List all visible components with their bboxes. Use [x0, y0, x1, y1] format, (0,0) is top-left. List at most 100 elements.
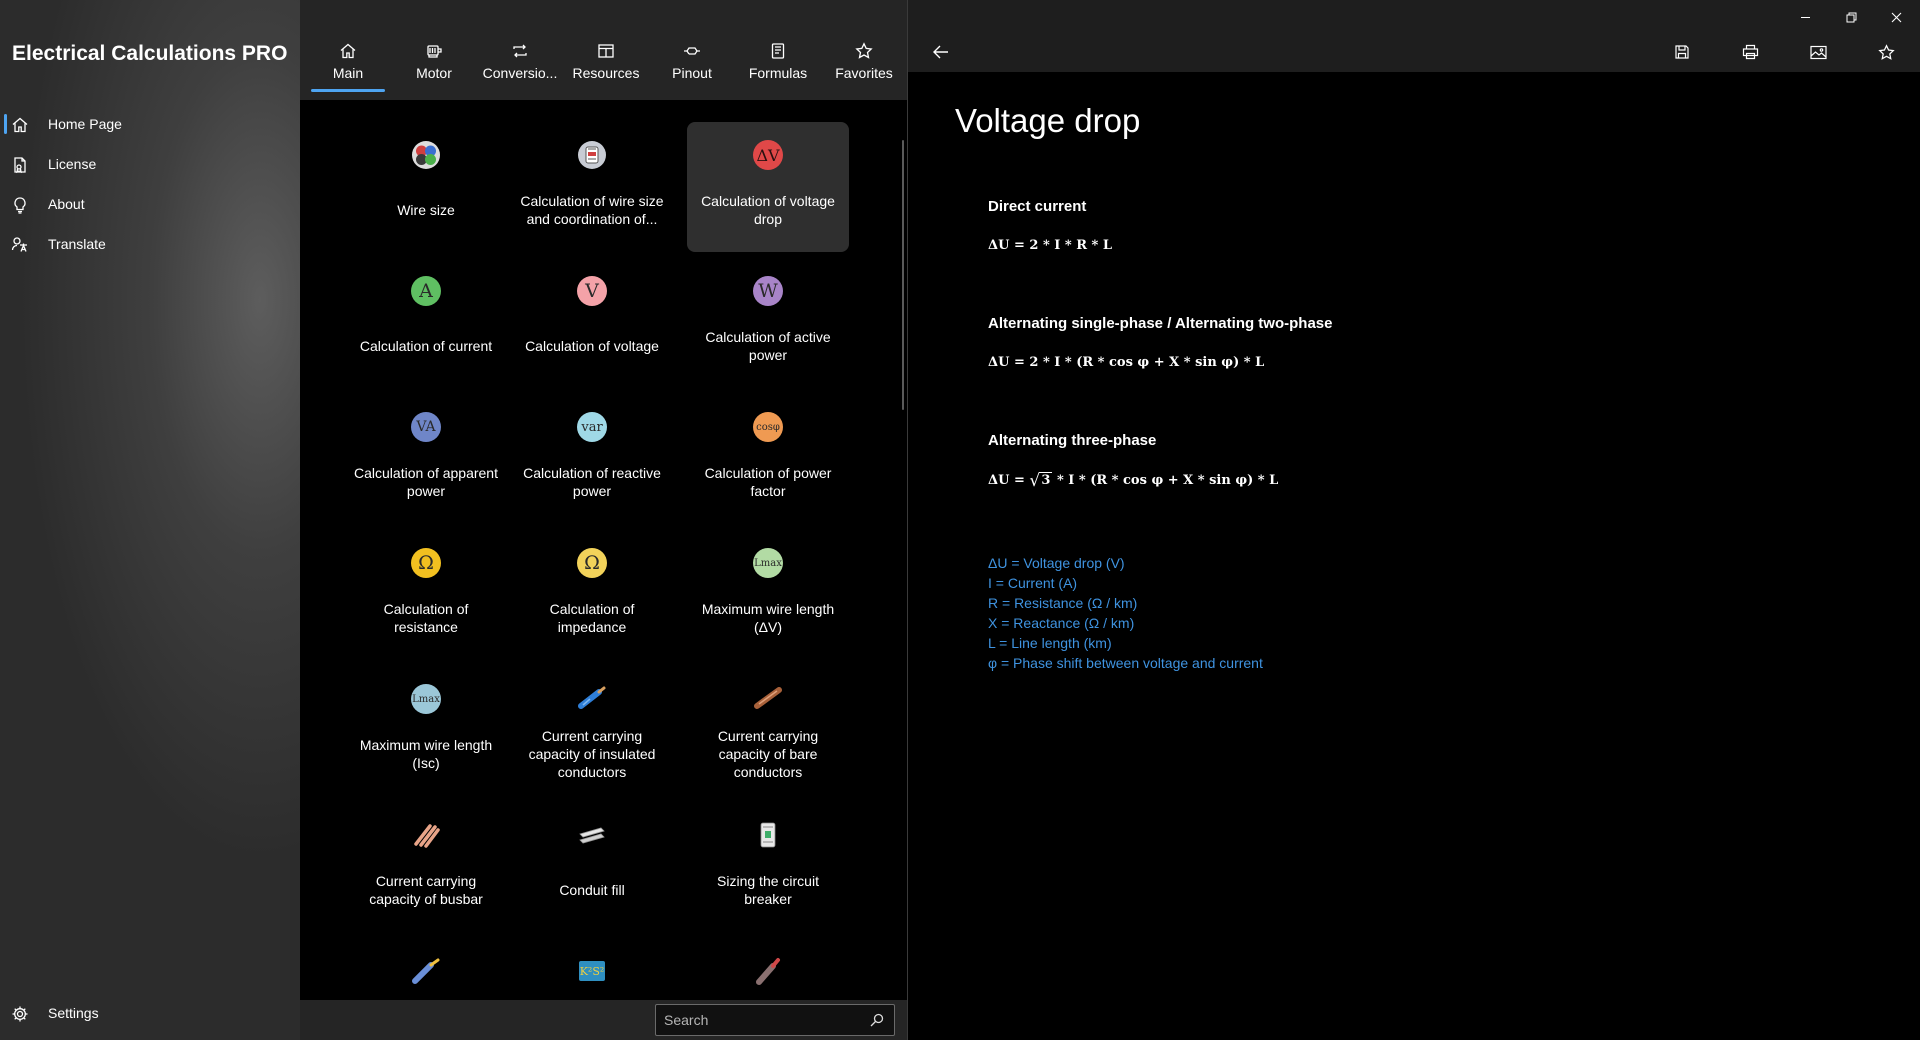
tile-label: Calculation of active power [705, 329, 831, 363]
star-icon [855, 42, 873, 59]
tile-label: Calculation of voltage drop [701, 193, 835, 227]
back-button[interactable] [926, 37, 956, 67]
pinout-icon [684, 47, 700, 55]
voltage-drop-icon: ΔV [753, 140, 783, 170]
lightbulb-icon [14, 197, 26, 214]
tab-label: Favorites [835, 65, 893, 81]
tile-wire-size[interactable]: Wire size [345, 122, 507, 252]
tile-label: Conduit fill [559, 882, 625, 898]
nav-label: License [48, 156, 97, 172]
detail-pane [908, 0, 1920, 1040]
nav-item-license[interactable]: License [0, 144, 300, 184]
tile-reactive-power[interactable]: var Calculation of reactive power [511, 394, 673, 524]
tile-label: Sizing the circuit breaker [717, 873, 819, 907]
tile-busbar[interactable]: Current carrying capacity of busbar [345, 802, 507, 932]
tile-current[interactable]: A Calculation of current [345, 258, 507, 388]
tile-insulated-conductors[interactable]: Current carrying capacity of insulated c… [511, 666, 673, 796]
legend-line: ΔU = Voltage drop (V) [988, 555, 1125, 571]
tile-label: Calculation of resistance [383, 601, 469, 635]
tile-bare-conductors[interactable]: Current carrying capacity of bare conduc… [687, 666, 849, 796]
tile-apparent-power[interactable]: VA Calculation of apparent power [345, 394, 507, 524]
navigation-pane: Electrical Calculations PRO Home Page Li… [0, 0, 300, 1040]
search-input[interactable] [664, 1005, 864, 1035]
star-icon [1877, 43, 1895, 60]
tile-label: Maximum wire length (ΔV) [701, 601, 835, 635]
tab-motor[interactable]: Motor [391, 32, 477, 92]
tile-label: Calculation of apparent power [354, 465, 498, 499]
wire-coordination-icon [578, 141, 606, 169]
section-heading-direct-current: Direct current [988, 198, 1087, 215]
tile-voltage[interactable]: V Calculation of voltage [511, 258, 673, 388]
tile-cable[interactable] [345, 938, 507, 1000]
insulated-conductor-icon [578, 686, 606, 709]
arrow-left-icon [933, 45, 948, 59]
save-button[interactable] [1667, 37, 1697, 67]
license-icon [14, 157, 26, 174]
tile-label [345, 986, 507, 1000]
grid-scrollbar[interactable] [902, 140, 904, 410]
active-power-icon: W [753, 276, 783, 306]
formula-single-phase: ΔU = 2 * I * (R * cos φ + X * sin φ) * L [988, 355, 1265, 370]
search-box[interactable] [655, 1004, 895, 1036]
tab-conversion[interactable]: Conversio... [477, 32, 563, 92]
wire-size-icon [412, 141, 440, 169]
tab-bar: Main Motor Conversio... Resources Pinout… [300, 0, 907, 100]
svg-text:K²S²: K²S² [580, 965, 605, 978]
calculations-grid: Wire size Calculation of wire size and c… [300, 100, 907, 1000]
formula-direct-current: ΔU = 2 * I * R * L [988, 238, 1112, 253]
tile-max-wire-length-dv[interactable]: Lmax Maximum wire length (ΔV) [687, 530, 849, 660]
conduit-icon [579, 827, 605, 844]
gear-icon [12, 1006, 28, 1022]
ksr-icon: K²S² [579, 961, 605, 981]
legend-line: R = Resistance (Ω / km) [988, 595, 1138, 611]
formula-prefix: ΔU = [988, 473, 1030, 488]
max-length-dv-icon: Lmax [753, 548, 783, 578]
legend-line: X = Reactance (Ω / km) [988, 615, 1135, 631]
tab-resources[interactable]: Resources [563, 32, 649, 92]
tile-wire-size-coordination[interactable]: Calculation of wire size and coordinatio… [511, 122, 673, 252]
tile-label: Calculation of current [359, 338, 493, 354]
tile-conduit-fill[interactable]: Conduit fill [511, 802, 673, 932]
close-button[interactable] [1876, 4, 1916, 30]
legend-line: φ = Phase shift between voltage and curr… [988, 655, 1263, 671]
print-button[interactable] [1735, 37, 1765, 67]
circuit-breaker-icon [760, 822, 776, 848]
detail-toolbar [908, 0, 1920, 72]
nav-item-settings[interactable]: Settings [0, 993, 300, 1033]
tab-pinout[interactable]: Pinout [649, 32, 735, 92]
nav-label: About [48, 196, 85, 212]
tile-label: Wire size [397, 202, 455, 218]
search-icon[interactable] [870, 1013, 884, 1027]
nav-label: Settings [48, 1005, 99, 1021]
formulas-icon [771, 43, 785, 59]
tile-max-wire-length-isc[interactable]: Lmax Maximum wire length (Isc) [345, 666, 507, 796]
minimize-button[interactable] [1785, 4, 1825, 30]
conversion-icon [513, 44, 527, 58]
tab-formulas[interactable]: Formulas [735, 32, 821, 92]
tab-main[interactable]: Main [305, 32, 391, 92]
square-root: 3 [1029, 471, 1053, 491]
tile-circuit-breaker[interactable]: Sizing the circuit breaker [687, 802, 849, 932]
resistance-icon: Ω [411, 548, 441, 578]
tile-ksr[interactable]: K²S² [511, 938, 673, 1000]
favorite-button[interactable] [1871, 37, 1901, 67]
busbar-icon [414, 824, 440, 848]
nav-item-home-page[interactable]: Home Page [0, 104, 300, 144]
restore-button[interactable] [1831, 4, 1871, 30]
close-icon [1891, 12, 1901, 22]
tile-resistance[interactable]: Ω Calculation of resistance [345, 530, 507, 660]
tile-label: Current carrying capacity of bare conduc… [717, 728, 819, 780]
tile-impedance[interactable]: Ω Calculation of impedance [511, 530, 673, 660]
tile-active-power[interactable]: W Calculation of active power [687, 258, 849, 388]
nav-item-translate[interactable]: Translate [0, 224, 300, 264]
tile-voltage-drop[interactable]: ΔV Calculation of voltage drop [687, 122, 849, 252]
app-title: Electrical Calculations PRO [12, 42, 288, 65]
tile-cable-end[interactable] [687, 938, 849, 1000]
apparent-power-icon: VA [411, 412, 441, 442]
image-icon [1809, 45, 1827, 59]
image-button[interactable] [1803, 37, 1833, 67]
tile-power-factor[interactable]: cosφ Calculation of power factor [687, 394, 849, 524]
tab-favorites[interactable]: Favorites [821, 32, 907, 92]
nav-item-about[interactable]: About [0, 184, 300, 224]
tile-label [511, 986, 673, 1000]
